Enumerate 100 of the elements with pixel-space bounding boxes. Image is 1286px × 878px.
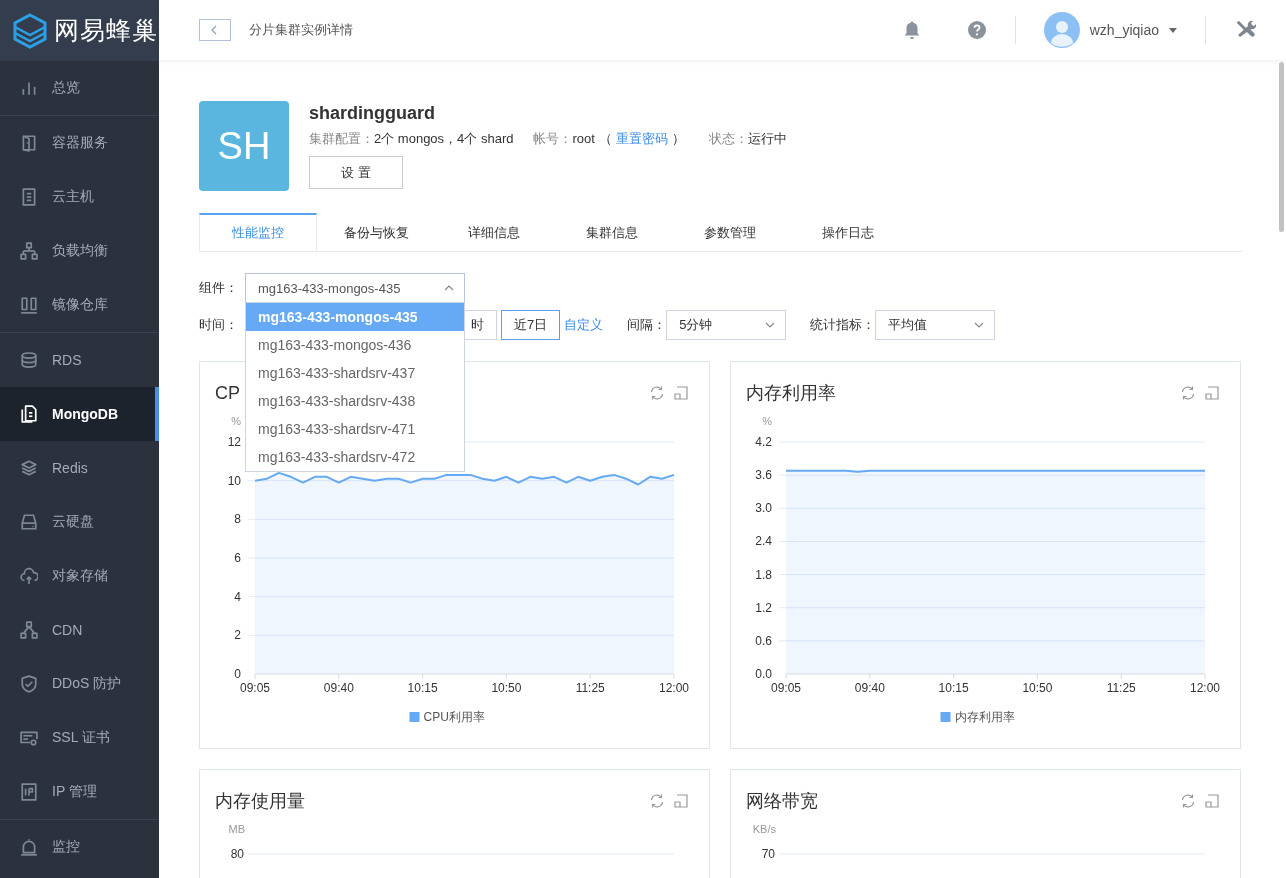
axis-tick-label: 10:50 xyxy=(1022,681,1053,695)
network-icon xyxy=(20,242,38,260)
expand-icon[interactable] xyxy=(1204,793,1220,809)
refresh-icon[interactable] xyxy=(1180,385,1196,401)
sidebar-item[interactable]: 容器服务 xyxy=(0,116,159,170)
sidebar-item[interactable]: IP 管理 xyxy=(0,765,159,819)
expand-icon[interactable] xyxy=(1204,385,1220,401)
chart-title: CP xyxy=(215,382,240,404)
tab[interactable]: 性能监控 xyxy=(199,213,317,251)
document-icon xyxy=(20,405,38,423)
caret-icon[interactable] xyxy=(1169,27,1177,33)
sidebar-item[interactable]: SSL 证书 xyxy=(0,711,159,765)
sidebar-item[interactable]: DDoS 防护 xyxy=(0,657,159,711)
axis-tick-label: 3.0 xyxy=(755,501,772,516)
axis-tick-label: 3.6 xyxy=(755,468,772,483)
refresh-icon[interactable] xyxy=(649,385,665,401)
expand-icon[interactable] xyxy=(673,793,689,809)
axis-tick-label: 80 xyxy=(230,847,244,861)
sidebar-item[interactable]: 云主机 xyxy=(0,170,159,224)
axis-tick-label: 10:15 xyxy=(938,681,969,695)
axis-unit: MB xyxy=(228,823,245,835)
axis-tick-label: 12:00 xyxy=(1190,681,1220,695)
refresh-icon[interactable] xyxy=(649,793,665,809)
filter-label: 组件： xyxy=(199,279,239,297)
axis-unit: % xyxy=(231,415,241,427)
sidebar-item[interactable]: CDN xyxy=(0,603,159,657)
logo-text: 网易蜂巢 xyxy=(54,15,158,46)
tab[interactable]: 集群信息 xyxy=(553,213,671,251)
sidebar-item[interactable]: 对象存储 xyxy=(0,549,159,603)
axis-tick-label: 12 xyxy=(227,435,241,449)
axis-tick-label: 0 xyxy=(234,667,241,681)
sidebar-item[interactable]: 总览 xyxy=(0,61,159,115)
field-label: 帐号： xyxy=(533,131,573,146)
help-icon[interactable] xyxy=(966,20,987,40)
tab[interactable]: 详细信息 xyxy=(435,213,553,251)
statistic-select[interactable]: 平均值 xyxy=(875,310,996,340)
chart-title: 内存利用率 xyxy=(746,382,836,405)
sidebar-item[interactable]: 云硬盘 xyxy=(0,495,159,549)
field-value: 运行中 xyxy=(747,131,787,146)
axis-tick-label: 09:40 xyxy=(323,681,354,695)
instance-name: shardingguard xyxy=(309,103,436,124)
filter-label: 统计指标： xyxy=(810,316,876,334)
filter-label: 间隔： xyxy=(627,316,667,334)
sidebar-item[interactable]: RDS xyxy=(0,333,159,387)
interval-select[interactable]: 5分钟 xyxy=(666,310,787,340)
sidebar-item[interactable]: MongoDB xyxy=(0,387,159,441)
filter-label: 时间： xyxy=(199,316,239,334)
axis-tick-label: 09:40 xyxy=(854,681,885,695)
document-icon xyxy=(20,188,38,206)
axis-tick-label: 2 xyxy=(234,628,241,643)
tab[interactable]: 参数管理 xyxy=(671,213,789,251)
axis-tick-label: 09:05 xyxy=(771,681,801,695)
sidebar-item[interactable]: 监控 xyxy=(0,820,159,874)
axis-tick-label: 0.6 xyxy=(755,633,772,648)
instance-avatar: SH xyxy=(199,101,289,191)
refresh-icon[interactable] xyxy=(1180,793,1196,809)
scrollbar[interactable] xyxy=(1279,62,1284,232)
legend-label[interactable]: 内存利用率 xyxy=(954,710,1015,724)
sidebar-item[interactable]: 镜像仓库 xyxy=(0,278,159,332)
username[interactable]: wzh_yiqiao xyxy=(1089,22,1159,38)
settings-button[interactable]: 设 置 xyxy=(309,156,403,189)
axis-tick-label: 09:05 xyxy=(240,681,270,695)
field-value: 2个 mongos，4个 shard xyxy=(374,131,514,146)
page-title: 分片集群实例详情 xyxy=(249,21,353,39)
chart-title: 网络带宽 xyxy=(746,790,818,813)
axis-tick-label: 1.2 xyxy=(755,600,772,615)
axis-tick-label: 4.2 xyxy=(755,435,772,449)
dropdown-option[interactable]: mg163-433-shardsrv-437 xyxy=(246,359,464,387)
axis-tick-label: 2.4 xyxy=(755,534,772,549)
axis-tick-label: 70 xyxy=(761,847,775,861)
custom-range-link[interactable]: 自定义 xyxy=(564,316,604,334)
shield-icon xyxy=(20,675,38,693)
legend-label[interactable]: CPU利用率 xyxy=(423,710,485,724)
axis-tick-label: 12:00 xyxy=(659,681,689,695)
sidebar-item[interactable]: Redis xyxy=(0,441,159,495)
parenthesis: （ xyxy=(598,131,612,146)
axis-unit: KB/s xyxy=(752,823,776,835)
field-value: root xyxy=(572,131,595,146)
field-label: 集群配置： xyxy=(309,131,374,146)
certificate-icon xyxy=(20,729,38,747)
bar-chart-icon xyxy=(20,79,38,97)
reset-password-link[interactable]: 重置密码 xyxy=(615,131,668,146)
dropdown-option[interactable]: mg163-433-shardsrv-438 xyxy=(246,387,464,415)
tab[interactable]: 操作日志 xyxy=(789,213,907,251)
time-range-button[interactable]: 近7日 xyxy=(501,310,561,340)
layers-icon xyxy=(20,459,38,477)
dropdown-option[interactable]: mg163-433-shardsrv-471 xyxy=(246,415,464,443)
back-button[interactable] xyxy=(199,19,231,41)
cloud-upload-icon xyxy=(20,567,38,585)
user-avatar[interactable] xyxy=(1043,12,1080,48)
axis-tick-label: 8 xyxy=(234,512,241,527)
expand-icon[interactable] xyxy=(673,385,689,401)
axis-tick-label: 10 xyxy=(227,473,241,488)
logo[interactable]: 网易蜂巢 xyxy=(0,0,159,61)
axis-tick-label: 1.8 xyxy=(755,567,772,582)
tab[interactable]: 备份与恢复 xyxy=(317,213,435,251)
columns-icon xyxy=(20,296,38,314)
sidebar-item[interactable]: 负载均衡 xyxy=(0,224,159,278)
dropdown-option[interactable]: mg163-433-shardsrv-472 xyxy=(246,443,464,471)
component-select[interactable]: mg163-433-mongos-435 xyxy=(245,273,465,303)
